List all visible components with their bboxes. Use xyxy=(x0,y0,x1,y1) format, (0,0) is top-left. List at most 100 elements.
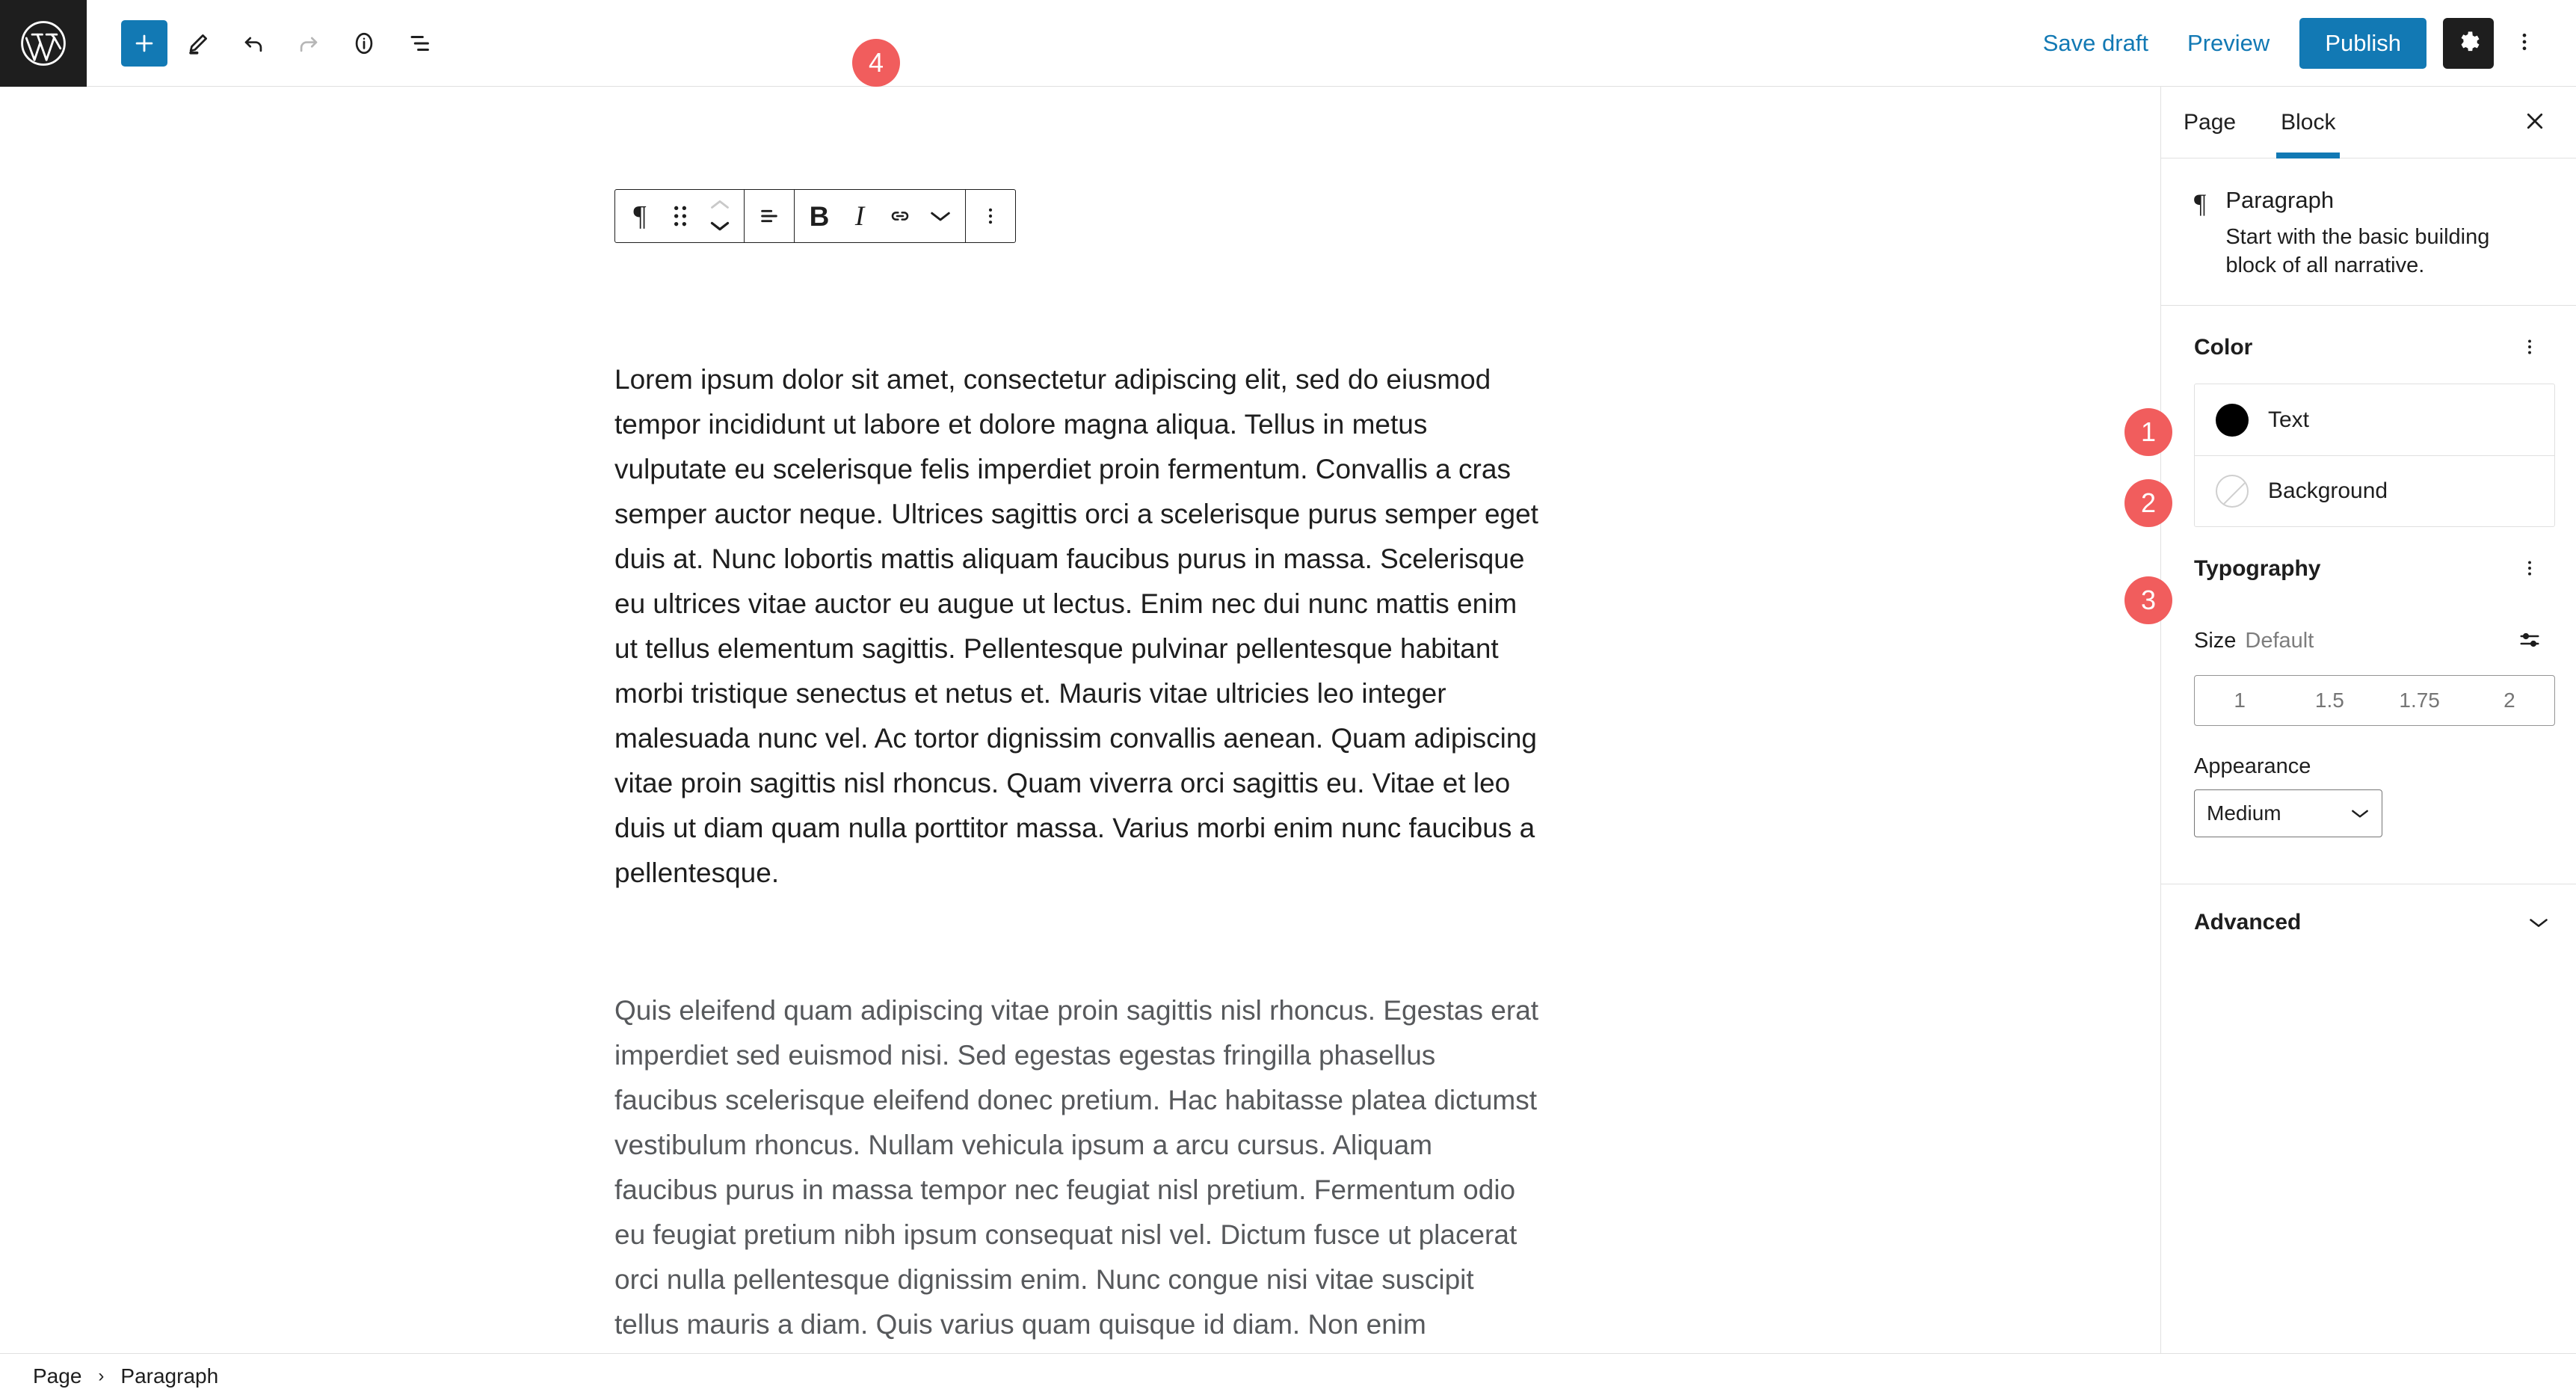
advanced-panel-title: Advanced xyxy=(2194,910,2302,934)
drag-handle-icon xyxy=(671,204,690,228)
details-button[interactable] xyxy=(339,19,389,68)
undo-button[interactable] xyxy=(229,19,278,68)
save-draft-button[interactable]: Save draft xyxy=(2024,19,2168,68)
move-block-down-button[interactable] xyxy=(705,217,735,236)
tab-page[interactable]: Page xyxy=(2161,87,2258,158)
paragraph-block-2[interactable]: Quis eleifend quam adipiscing vitae proi… xyxy=(614,988,1541,1353)
gear-icon xyxy=(2456,29,2481,57)
wordpress-logo-icon xyxy=(20,20,67,67)
breadcrumb-separator-icon: › xyxy=(98,1365,105,1386)
editor-canvas[interactable]: ¶ B I Lorem ipsum dolor sit amet, consec… xyxy=(0,87,2160,1353)
align-text-button[interactable] xyxy=(749,190,789,242)
chevron-down-icon xyxy=(929,208,952,224)
chevron-down-icon xyxy=(2350,807,2370,820)
block-options-button[interactable] xyxy=(970,190,1011,242)
block-card-title: Paragraph xyxy=(2225,187,2335,213)
breadcrumb-paragraph[interactable]: Paragraph xyxy=(120,1364,218,1388)
top-bar-left-tools xyxy=(87,19,444,68)
bold-label: B xyxy=(809,200,830,232)
appearance-label: Appearance xyxy=(2194,754,2311,778)
color-panel-options-button[interactable] xyxy=(2510,328,2549,367)
font-size-segmented-control: 1 1.5 1.75 2 xyxy=(2194,675,2555,726)
publish-button[interactable]: Publish xyxy=(2299,17,2426,69)
alignment-group xyxy=(745,190,795,242)
block-type-group: ¶ xyxy=(615,190,745,242)
top-bar-right-actions: Save draft Preview Publish xyxy=(2024,17,2576,69)
sidebar-tabs: Page Block xyxy=(2161,87,2576,158)
more-formats-button[interactable] xyxy=(920,190,961,242)
edit-tools-button[interactable] xyxy=(173,19,223,68)
appearance-field: Appearance Medium xyxy=(2161,726,2576,837)
wordpress-block-editor: Save draft Preview Publish ¶ B I Lorem i… xyxy=(0,0,2576,1398)
link-icon xyxy=(888,204,912,228)
align-text-left-icon xyxy=(757,204,781,228)
chevron-down-icon xyxy=(709,218,730,235)
color-panel-title: Color xyxy=(2194,335,2253,360)
tab-block[interactable]: Block xyxy=(2258,87,2358,158)
close-sidebar-button[interactable] xyxy=(2512,99,2558,146)
block-toolbar: ¶ B I xyxy=(614,189,1016,243)
editor-body: ¶ B I Lorem ipsum dolor sit amet, consec… xyxy=(0,87,2576,1353)
advanced-panel-toggle[interactable]: Advanced xyxy=(2161,884,2576,961)
breadcrumb: Page › Paragraph xyxy=(0,1353,2576,1398)
background-color-row[interactable]: Background xyxy=(2195,455,2554,526)
redo-button[interactable] xyxy=(284,19,333,68)
typography-panel-options-button[interactable] xyxy=(2510,549,2549,588)
more-options-button[interactable] xyxy=(2500,19,2549,68)
color-panel: Color Text Background xyxy=(2161,306,2576,527)
appearance-select[interactable]: Medium xyxy=(2194,789,2382,837)
breadcrumb-page[interactable]: Page xyxy=(33,1364,81,1388)
paragraph-pilcrow-icon: ¶ xyxy=(633,200,647,232)
appearance-selected-value: Medium xyxy=(2207,801,2281,825)
text-color-label: Text xyxy=(2268,407,2310,432)
bold-button[interactable]: B xyxy=(799,190,839,242)
settings-toggle-button[interactable] xyxy=(2443,17,2494,69)
background-color-swatch-icon xyxy=(2216,475,2249,508)
font-size-option-2[interactable]: 2 xyxy=(2465,676,2554,725)
block-options-group xyxy=(966,190,1015,242)
kebab-menu-icon xyxy=(980,206,1001,227)
block-card: ¶ Paragraph Start with the basic buildin… xyxy=(2161,158,2576,305)
font-size-option-1-75[interactable]: 1.75 xyxy=(2375,676,2465,725)
typography-panel: Typography Size Default 1 1.5 1.75 2 App… xyxy=(2161,527,2576,837)
font-size-label: Size xyxy=(2194,628,2237,653)
italic-label: I xyxy=(854,200,865,232)
paragraph-block-1[interactable]: Lorem ipsum dolor sit amet, consectetur … xyxy=(614,357,1541,896)
block-mover xyxy=(700,190,739,242)
sliders-icon xyxy=(2518,629,2541,653)
font-size-option-1-5[interactable]: 1.5 xyxy=(2284,676,2374,725)
kebab-menu-icon xyxy=(2520,337,2539,359)
annotation-badge-3: 3 xyxy=(2124,576,2172,624)
add-block-button[interactable] xyxy=(121,19,167,67)
font-size-value: Default xyxy=(2245,628,2314,653)
background-color-label: Background xyxy=(2268,478,2388,503)
preview-button[interactable]: Preview xyxy=(2168,19,2289,68)
close-x-icon xyxy=(2524,110,2546,135)
italic-button[interactable]: I xyxy=(839,190,880,242)
drag-handle-button[interactable] xyxy=(660,190,700,242)
wordpress-logo-button[interactable] xyxy=(0,0,87,87)
redo-arrow-icon xyxy=(296,31,321,56)
kebab-menu-icon xyxy=(2520,558,2539,580)
block-type-button[interactable]: ¶ xyxy=(620,190,660,242)
undo-arrow-icon xyxy=(241,31,266,56)
typography-panel-header: Typography xyxy=(2161,527,2576,605)
chevron-down-icon xyxy=(2528,915,2549,930)
move-block-up-button[interactable] xyxy=(705,196,735,215)
block-settings-sidebar: Page Block ¶ Paragraph Start with the ba… xyxy=(2160,87,2576,1353)
annotation-badge-4: 4 xyxy=(852,39,900,87)
pencil-edit-icon xyxy=(185,31,211,56)
text-color-row[interactable]: Text xyxy=(2195,384,2554,455)
font-size-option-1[interactable]: 1 xyxy=(2195,676,2284,725)
typography-panel-title: Typography xyxy=(2194,556,2321,581)
custom-size-button[interactable] xyxy=(2510,621,2549,660)
plus-icon xyxy=(132,31,157,56)
font-size-row: Size Default xyxy=(2161,605,2576,665)
annotation-badge-1: 1 xyxy=(2124,408,2172,456)
link-button[interactable] xyxy=(880,190,920,242)
list-view-icon xyxy=(407,31,432,56)
kebab-menu-icon xyxy=(2513,31,2536,55)
editor-top-bar: Save draft Preview Publish xyxy=(0,0,2576,87)
color-panel-header: Color xyxy=(2161,306,2576,384)
list-view-button[interactable] xyxy=(395,19,444,68)
